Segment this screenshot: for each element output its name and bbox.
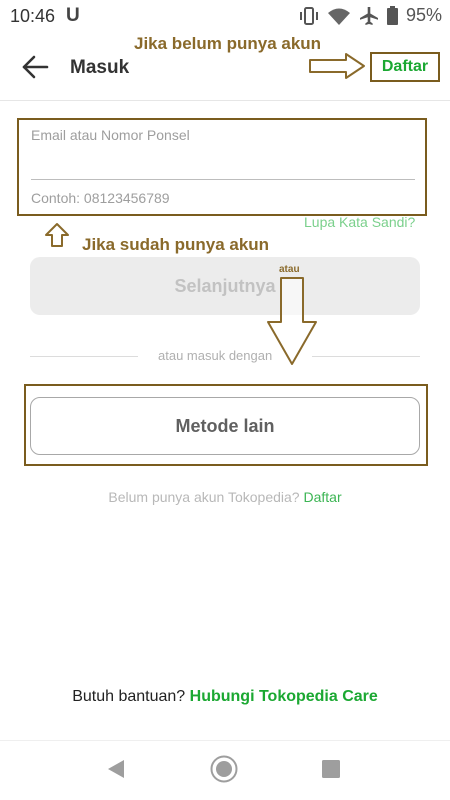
wifi-icon	[327, 8, 350, 25]
separator-line-right	[312, 356, 420, 357]
status-time: 10:46	[10, 6, 56, 26]
email-phone-input[interactable]	[31, 152, 415, 178]
register-prompt: Belum punya akun Tokopedia? Daftar	[0, 489, 450, 505]
page-title: Masuk	[70, 57, 130, 78]
nav-home-icon[interactable]	[210, 755, 238, 783]
help-text: Butuh bantuan?	[72, 688, 186, 705]
annotation-not-have-account: Jika belum punya akun	[134, 34, 322, 53]
airplane-icon	[359, 6, 378, 25]
status-bar: 10:46 U 95%	[0, 0, 450, 32]
annotation-down-arrow-icon	[267, 277, 317, 365]
next-button[interactable]: Selanjutnya	[30, 257, 420, 315]
annotation-or-label: atau	[279, 264, 300, 275]
separator-text: atau masuk dengan	[158, 348, 273, 363]
system-nav-bar	[0, 741, 450, 800]
input-underline	[31, 179, 415, 180]
email-phone-input-frame: Email atau Nomor Ponsel Contoh: 08123456…	[17, 118, 427, 216]
vibrate-icon	[299, 6, 318, 25]
tokopedia-care-link[interactable]: Hubungi Tokopedia Care	[190, 688, 378, 705]
nav-recent-apps-icon[interactable]	[322, 760, 340, 778]
header-divider	[0, 100, 450, 101]
email-phone-label: Email atau Nomor Ponsel	[31, 127, 190, 143]
status-icons: 95%	[299, 5, 442, 26]
other-method-button[interactable]: Metode lain	[30, 397, 420, 455]
nav-back-icon[interactable]	[106, 759, 126, 779]
help-row: Butuh bantuan? Hubungi Tokopedia Care	[0, 688, 450, 706]
battery-icon	[386, 6, 398, 25]
register-prompt-text: Belum punya akun Tokopedia?	[108, 489, 300, 505]
battery-percent: 95%	[405, 5, 442, 25]
register-button[interactable]: Daftar	[382, 58, 428, 76]
annotation-right-arrow-icon	[309, 53, 365, 79]
register-link[interactable]: Daftar	[303, 489, 341, 505]
back-arrow-icon[interactable]	[20, 54, 50, 80]
forgot-password-link[interactable]: Lupa Kata Sandi?	[304, 214, 415, 230]
annotation-have-account: Jika sudah punya akun	[82, 235, 270, 254]
notification-icon: U	[66, 5, 80, 26]
separator-line-left	[30, 356, 138, 357]
annotation-up-arrow-icon	[45, 223, 69, 247]
input-hint: Contoh: 08123456789	[31, 190, 170, 206]
register-highlight-frame: Daftar	[370, 52, 440, 82]
